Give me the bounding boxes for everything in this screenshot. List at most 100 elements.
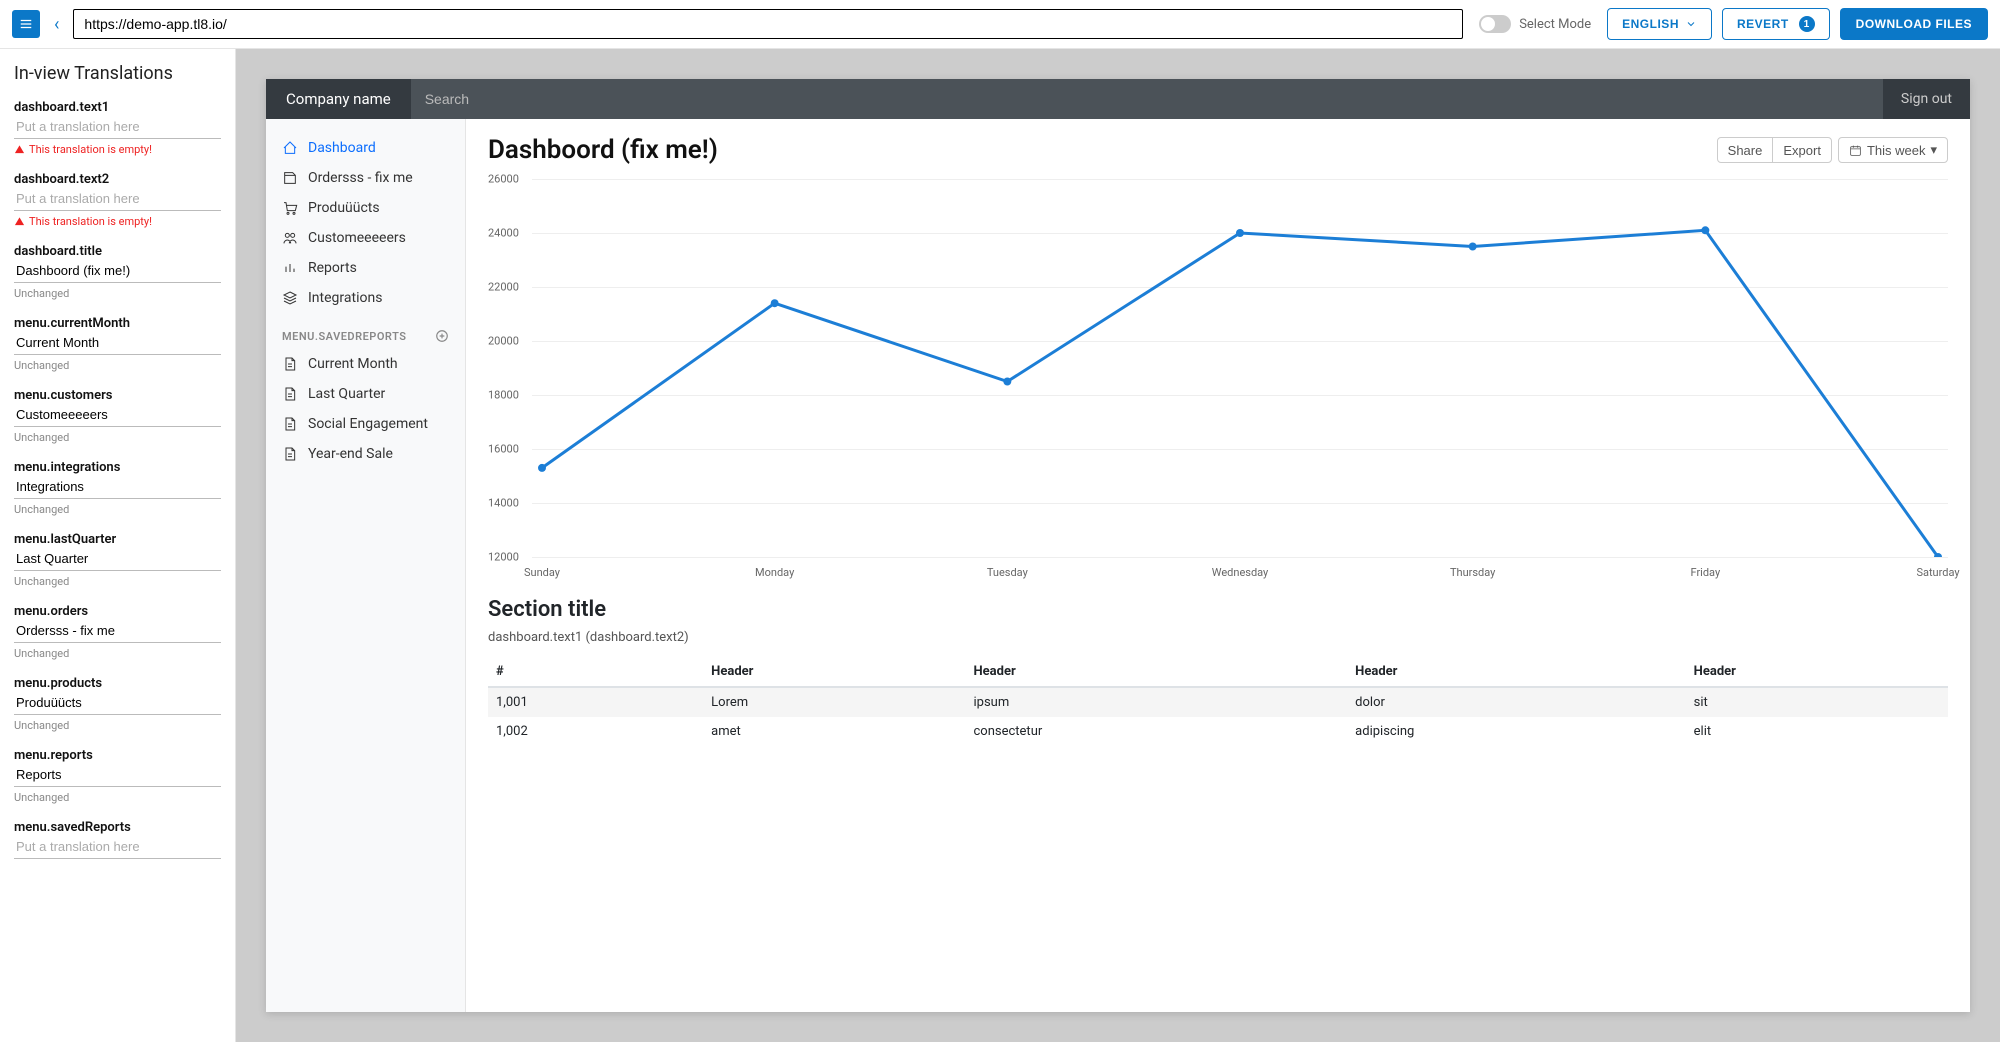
x-tick: Saturday xyxy=(1916,566,1959,579)
saved-reports-heading: MENU.SAVEDREPORTS xyxy=(266,313,465,349)
app-sidebar: Dashboard Ordersss - fix me Produüücts Cust… xyxy=(266,119,466,1012)
add-icon[interactable] xyxy=(435,329,449,343)
translation-input[interactable] xyxy=(14,619,221,643)
translation-error: This translation is empty! xyxy=(14,143,221,156)
nav-item[interactable]: Reports xyxy=(266,253,465,283)
translation-status: Unchanged xyxy=(14,719,221,732)
table-cell: dolor xyxy=(1347,687,1685,717)
app-body: Dashboard Ordersss - fix me Produüücts Cust… xyxy=(266,119,1970,1012)
file-icon xyxy=(282,386,298,402)
nav-item[interactable]: Customeeeeers xyxy=(266,223,465,253)
translation-input[interactable] xyxy=(14,259,221,283)
translation-key: menu.lastQuarter xyxy=(14,532,221,547)
revert-button[interactable]: REVERT 1 xyxy=(1722,8,1830,40)
chevron-down-icon: ▾ xyxy=(1930,142,1937,158)
nav-item[interactable]: Ordersss - fix me xyxy=(266,163,465,193)
nav-label: Reports xyxy=(308,260,357,276)
nav-item[interactable]: Produüücts xyxy=(266,193,465,223)
translation-status: Unchanged xyxy=(14,791,221,804)
translation-key: dashboard.text1 xyxy=(14,100,221,115)
search-input[interactable] xyxy=(411,79,1883,119)
app-content: Dashboord (fix me!) Share Export This we… xyxy=(466,119,1970,1012)
y-tick: 22000 xyxy=(488,281,519,294)
y-tick: 24000 xyxy=(488,227,519,240)
translation-input[interactable] xyxy=(14,331,221,355)
date-range-label: This week xyxy=(1867,143,1926,158)
saved-report-item[interactable]: Current Month xyxy=(266,349,465,379)
x-tick: Monday xyxy=(755,566,794,579)
share-button[interactable]: Share xyxy=(1717,137,1774,163)
nav-label: Produüücts xyxy=(308,200,380,216)
translation-input[interactable] xyxy=(14,187,221,211)
panel-title: In-view Translations xyxy=(14,63,221,84)
translation-status: Unchanged xyxy=(14,431,221,444)
nav-label: Dashboard xyxy=(308,140,376,156)
translation-status: Unchanged xyxy=(14,575,221,588)
nav-item[interactable]: Integrations xyxy=(266,283,465,313)
translation-input[interactable] xyxy=(14,475,221,499)
nav-icon xyxy=(282,200,298,216)
translation-key: dashboard.text2 xyxy=(14,172,221,187)
table-header: Header xyxy=(965,657,1347,687)
table-cell: amet xyxy=(703,717,965,746)
translation-key: menu.savedReports xyxy=(14,820,221,835)
nav-icon xyxy=(282,230,298,246)
toggle-track xyxy=(1479,15,1511,33)
page-title: Dashboord (fix me!) xyxy=(488,135,718,165)
line-chart: 1200014000160001800020000220002400026000… xyxy=(488,179,1948,579)
nav-label: Social Engagement xyxy=(308,416,428,432)
translation-input[interactable] xyxy=(14,547,221,571)
topbar: ‹ Select Mode ENGLISH REVERT 1 DOWNLOAD … xyxy=(0,0,2000,49)
saved-reports-label: MENU.SAVEDREPORTS xyxy=(282,330,406,343)
y-tick: 20000 xyxy=(488,335,519,348)
translation-input[interactable] xyxy=(14,115,221,139)
x-tick: Thursday xyxy=(1450,566,1495,579)
x-tick: Wednesday xyxy=(1212,566,1269,579)
table-header: Header xyxy=(1686,657,1948,687)
select-mode-label: Select Mode xyxy=(1519,17,1591,32)
sign-out-link[interactable]: Sign out xyxy=(1883,91,1970,107)
table-cell: 1,001 xyxy=(488,687,703,717)
table-cell: ipsum xyxy=(965,687,1347,717)
table-header: Header xyxy=(1347,657,1685,687)
export-button[interactable]: Export xyxy=(1772,137,1832,163)
date-range-dropdown[interactable]: This week ▾ xyxy=(1838,137,1948,163)
section-title: Section title xyxy=(488,597,1948,622)
saved-report-item[interactable]: Social Engagement xyxy=(266,409,465,439)
download-files-button[interactable]: DOWNLOAD FILES xyxy=(1840,8,1988,40)
grid-line xyxy=(532,557,1948,558)
table-cell: elit xyxy=(1686,717,1948,746)
data-table: #HeaderHeaderHeaderHeader 1,001Loremipsu… xyxy=(488,657,1948,746)
translation-status: Unchanged xyxy=(14,503,221,516)
chart-svg xyxy=(532,179,1948,557)
back-button[interactable]: ‹ xyxy=(50,14,63,35)
y-tick: 14000 xyxy=(488,497,519,510)
translation-input[interactable] xyxy=(14,403,221,427)
y-tick: 18000 xyxy=(488,389,519,402)
hamburger-icon xyxy=(19,17,33,31)
translation-key: menu.reports xyxy=(14,748,221,763)
file-icon xyxy=(282,416,298,432)
saved-report-item[interactable]: Last Quarter xyxy=(266,379,465,409)
language-label: ENGLISH xyxy=(1622,17,1679,31)
page-actions: Share Export This week ▾ xyxy=(1717,137,1948,163)
translation-input[interactable] xyxy=(14,835,221,859)
translation-input[interactable] xyxy=(14,691,221,715)
nav-item[interactable]: Dashboard xyxy=(266,133,465,163)
y-tick: 16000 xyxy=(488,443,519,456)
url-input[interactable] xyxy=(73,9,1463,39)
translation-key: menu.orders xyxy=(14,604,221,619)
select-mode-toggle[interactable]: Select Mode xyxy=(1473,15,1597,33)
nav-icon xyxy=(282,260,298,276)
language-dropdown[interactable]: ENGLISH xyxy=(1607,8,1712,40)
translation-input[interactable] xyxy=(14,763,221,787)
page-header: Dashboord (fix me!) Share Export This we… xyxy=(488,135,1948,165)
company-name: Company name xyxy=(266,90,411,108)
translation-status: Unchanged xyxy=(14,287,221,300)
nav-icon xyxy=(282,290,298,306)
saved-report-item[interactable]: Year-end Sale xyxy=(266,439,465,469)
table-header: # xyxy=(488,657,703,687)
hamburger-menu-button[interactable] xyxy=(12,10,40,38)
nav-label: Last Quarter xyxy=(308,386,385,402)
nav-label: Customeeeeers xyxy=(308,230,406,246)
